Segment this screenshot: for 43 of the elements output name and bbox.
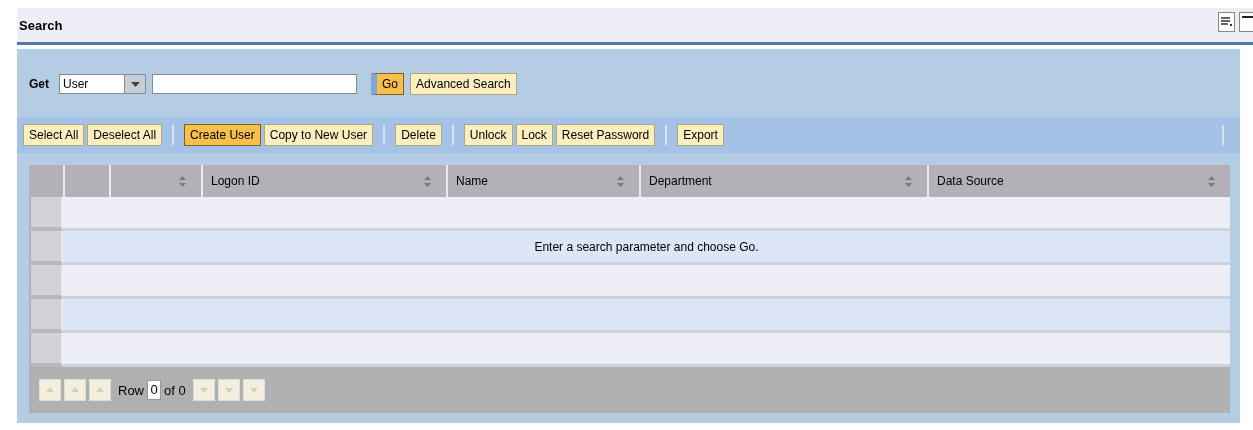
toolbar-button[interactable]: Export (677, 124, 724, 146)
column-label: Data Source (937, 174, 1004, 188)
empty-table-message: Enter a search parameter and choose Go. (534, 239, 759, 254)
get-label: Get (29, 77, 49, 91)
row-selector[interactable] (29, 231, 63, 265)
column-header[interactable]: Name (446, 165, 639, 197)
column-label: Logon ID (211, 174, 260, 188)
menu-icon[interactable] (1218, 12, 1235, 32)
sort-icon[interactable] (178, 174, 187, 188)
toolbar-button[interactable]: Lock (515, 124, 553, 146)
row-number-field[interactable]: 0 (147, 380, 161, 400)
minimize-icon[interactable] (1239, 12, 1253, 32)
search-field[interactable] (152, 74, 357, 94)
advanced-search-button[interactable]: Advanced Search (410, 73, 517, 95)
sort-icon[interactable] (904, 174, 913, 188)
go-button[interactable]: Go (371, 73, 405, 95)
toolbar-button[interactable]: Select All (23, 124, 85, 146)
caret-icon[interactable] (130, 81, 140, 87)
row-selector[interactable] (29, 333, 63, 367)
column-header[interactable]: Data Source (927, 165, 1230, 197)
toolbar-button[interactable]: Copy to New User (263, 124, 374, 146)
column-header[interactable] (109, 165, 201, 197)
toolbar-button[interactable]: Unlock (463, 124, 513, 146)
row-total-label: of 0 (164, 382, 186, 398)
column-header[interactable]: Logon ID (201, 165, 446, 197)
row-selector-header[interactable] (29, 165, 63, 197)
sort-icon[interactable] (616, 174, 625, 188)
row-selector[interactable] (29, 197, 63, 231)
sort-icon[interactable] (423, 174, 432, 188)
column-label: Name (456, 174, 488, 188)
column-header[interactable] (63, 165, 109, 197)
row-label: Row (118, 382, 144, 398)
toolbar-button[interactable]: Create User (184, 124, 261, 146)
panel-title: Search (19, 17, 64, 33)
toolbar-button[interactable]: Reset Password (555, 124, 656, 146)
sort-icon[interactable] (1207, 174, 1216, 188)
toolbar-button[interactable]: Delete (395, 124, 442, 146)
column-label: Department (649, 174, 712, 188)
column-header[interactable]: Department (639, 165, 927, 197)
toolbar-button[interactable]: Deselect All (87, 124, 163, 146)
row-selector[interactable] (29, 265, 63, 299)
row-selector[interactable] (29, 299, 63, 333)
type-dropdown[interactable]: User (59, 74, 146, 94)
